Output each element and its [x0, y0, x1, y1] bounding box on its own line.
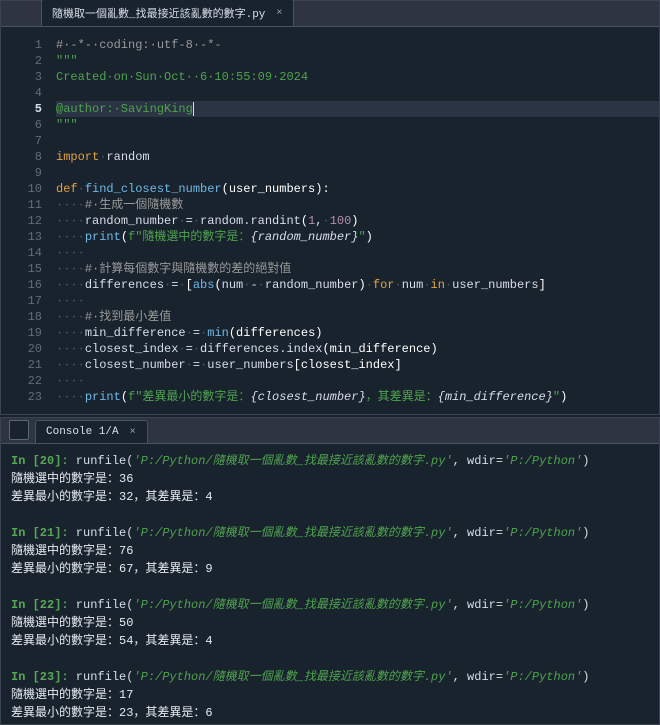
line-number: 13 — [1, 229, 42, 245]
line-number: 18 — [1, 309, 42, 325]
code-line[interactable]: """ — [56, 117, 659, 133]
line-number: 16 — [1, 277, 42, 293]
console-line: 隨機選中的數字是：76 — [11, 542, 649, 560]
line-gutter: 1234567891011121314151617181920212223 — [1, 37, 56, 414]
line-number: 5 — [1, 101, 42, 117]
line-number: 15 — [1, 261, 42, 277]
code-line[interactable]: ···· — [56, 373, 659, 389]
console-tab-bar: Console 1/A × — [1, 418, 659, 444]
line-number: 23 — [1, 389, 42, 405]
code-line[interactable]: ····#·生成一個隨機數 — [56, 197, 659, 213]
close-icon[interactable]: × — [273, 7, 285, 19]
code-line[interactable]: """ — [56, 53, 659, 69]
code-line[interactable]: #·-*-·coding:·utf-8·-*- — [56, 37, 659, 53]
line-number: 3 — [1, 69, 42, 85]
code-line[interactable]: ····differences·=·[abs(num·-·random_numb… — [56, 277, 659, 293]
line-number: 22 — [1, 373, 42, 389]
console-line: In [23]: runfile('P:/Python/隨機取一個亂數_找最接近… — [11, 668, 649, 686]
line-number: 2 — [1, 53, 42, 69]
line-number: 6 — [1, 117, 42, 133]
line-number: 14 — [1, 245, 42, 261]
code-line[interactable]: ····print(f"隨機選中的數字是：{random_number}") — [56, 229, 659, 245]
line-number: 12 — [1, 213, 42, 229]
line-number: 7 — [1, 133, 42, 149]
line-number: 9 — [1, 165, 42, 181]
code-line[interactable]: ····print(f"差異最小的數字是：{closest_number}，其差… — [56, 389, 659, 405]
code-line[interactable]: import·random — [56, 149, 659, 165]
console-line: 隨機選中的數字是：17 — [11, 686, 649, 704]
code-line[interactable]: Created·on·Sun·Oct··6·10:55:09·2024 — [56, 69, 659, 85]
line-number: 10 — [1, 181, 42, 197]
code-line[interactable]: ····closest_number·=·user_numbers[closes… — [56, 357, 659, 373]
console-line: 隨機選中的數字是：50 — [11, 614, 649, 632]
code-line[interactable]: ····min_difference·=·min(differences) — [56, 325, 659, 341]
code-line[interactable] — [56, 85, 659, 101]
code-line[interactable] — [56, 133, 659, 149]
editor-pane: 隨機取一個亂數_找最接近該亂數的數字.py × 1234567891011121… — [0, 0, 660, 415]
console-tab[interactable]: Console 1/A × — [35, 420, 148, 443]
console-line: 差異最小的數字是：54，其差異是：4 — [11, 632, 649, 650]
console-menu-icon[interactable] — [9, 420, 29, 440]
console-output[interactable]: In [20]: runfile('P:/Python/隨機取一個亂數_找最接近… — [1, 444, 659, 722]
code-line[interactable]: ···· — [56, 245, 659, 261]
console-line: 差異最小的數字是：67，其差異是：9 — [11, 560, 649, 578]
close-icon[interactable]: × — [127, 426, 139, 438]
line-number: 20 — [1, 341, 42, 357]
code-line[interactable]: ···· — [56, 293, 659, 309]
console-line: 差異最小的數字是：23，其差異是：6 — [11, 704, 649, 722]
editor-tab-label: 隨機取一個亂數_找最接近該亂數的數字.py — [52, 5, 265, 21]
code-line[interactable]: ····closest_index·=·differences.index(mi… — [56, 341, 659, 357]
console-pane: Console 1/A × In [20]: runfile('P:/Pytho… — [0, 417, 660, 725]
line-number: 8 — [1, 149, 42, 165]
line-number: 1 — [1, 37, 42, 53]
line-number: 19 — [1, 325, 42, 341]
code-line[interactable]: @author:·SavingKing — [56, 101, 659, 117]
console-line: In [22]: runfile('P:/Python/隨機取一個亂數_找最接近… — [11, 596, 649, 614]
editor-tab[interactable]: 隨機取一個亂數_找最接近該亂數的數字.py × — [41, 0, 294, 26]
console-line: In [20]: runfile('P:/Python/隨機取一個亂數_找最接近… — [11, 452, 649, 470]
code-line[interactable]: ····random_number·=·random.randint(1,·10… — [56, 213, 659, 229]
code-line[interactable]: ····#·計算每個數字與隨機數的差的絕對值 — [56, 261, 659, 277]
line-number: 17 — [1, 293, 42, 309]
editor-body[interactable]: 1234567891011121314151617181920212223 #·… — [1, 27, 659, 414]
code-line[interactable] — [56, 165, 659, 181]
editor-tab-bar: 隨機取一個亂數_找最接近該亂數的數字.py × — [1, 1, 659, 27]
line-number: 21 — [1, 357, 42, 373]
code-line[interactable]: def·find_closest_number(user_numbers): — [56, 181, 659, 197]
code-area[interactable]: #·-*-·coding:·utf-8·-*-"""Created·on·Sun… — [56, 37, 659, 414]
console-line: 差異最小的數字是：32，其差異是：4 — [11, 488, 649, 506]
console-line: In [21]: runfile('P:/Python/隨機取一個亂數_找最接近… — [11, 524, 649, 542]
code-line[interactable]: ····#·找到最小差值 — [56, 309, 659, 325]
console-tab-label: Console 1/A — [46, 426, 119, 438]
line-number: 4 — [1, 85, 42, 101]
console-line: 隨機選中的數字是：36 — [11, 470, 649, 488]
line-number: 11 — [1, 197, 42, 213]
